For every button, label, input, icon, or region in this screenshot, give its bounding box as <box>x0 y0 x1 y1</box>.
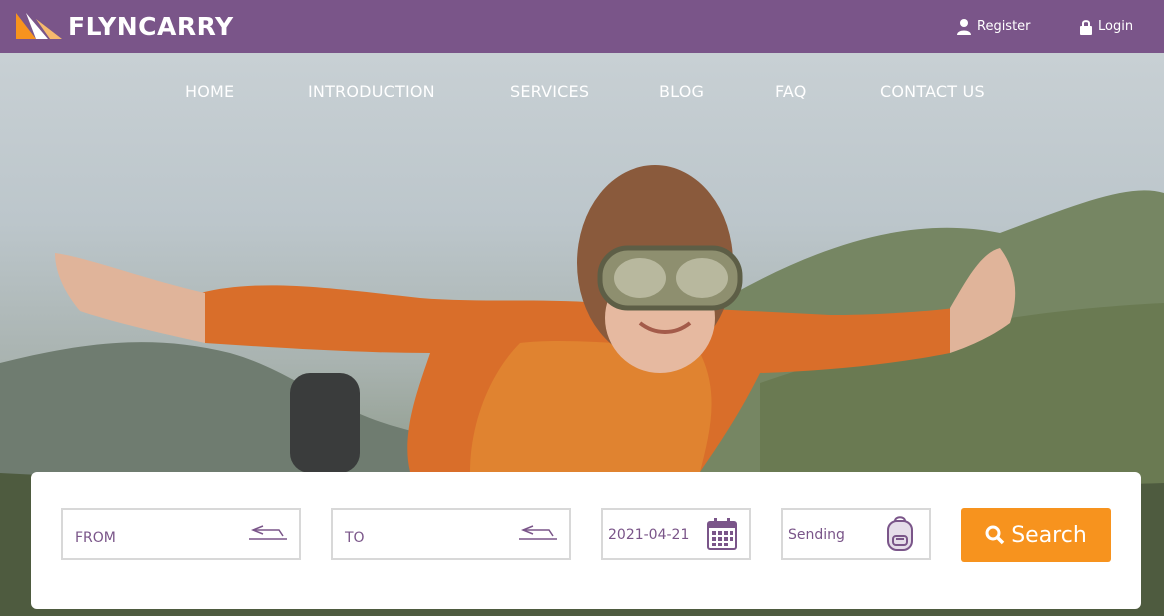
login-label: Login <box>1098 19 1134 34</box>
calendar-icon <box>707 518 737 550</box>
search-card: FROM TO 2021-04-21 Sending Search <box>31 472 1141 609</box>
nav-contact-us[interactable]: CONTACT US <box>880 82 985 101</box>
nav-home[interactable]: HOME <box>185 82 234 101</box>
to-placeholder: TO <box>345 530 365 546</box>
main-nav: HOME INTRODUCTION SERVICES BLOG FAQ CONT… <box>0 53 1164 131</box>
from-field[interactable]: FROM <box>61 508 301 560</box>
nav-blog[interactable]: BLOG <box>659 82 704 101</box>
search-button[interactable]: Search <box>961 508 1111 562</box>
login-link[interactable]: Login <box>1080 0 1133 53</box>
brand-name: FLYNCARRY <box>68 11 234 41</box>
lock-icon <box>1080 19 1092 35</box>
date-field[interactable]: 2021-04-21 <box>601 508 751 560</box>
search-icon <box>985 525 1005 545</box>
type-value: Sending <box>788 527 845 543</box>
brand-logo[interactable]: FLYNCARRY <box>16 10 234 42</box>
register-label: Register <box>977 19 1031 34</box>
nav-introduction[interactable]: INTRODUCTION <box>308 82 435 101</box>
nav-services[interactable]: SERVICES <box>510 82 589 101</box>
user-icon <box>957 18 971 35</box>
from-placeholder: FROM <box>75 530 116 546</box>
backpack-icon <box>887 516 913 551</box>
logo-plane-icon <box>16 13 62 39</box>
departure-icon <box>249 525 287 540</box>
date-value: 2021-04-21 <box>608 527 690 543</box>
arrival-icon <box>519 525 557 540</box>
to-field[interactable]: TO <box>331 508 571 560</box>
search-label: Search <box>1011 522 1087 548</box>
nav-faq[interactable]: FAQ <box>775 82 807 101</box>
register-link[interactable]: Register <box>957 0 1031 53</box>
top-bar: FLYNCARRY Register Login <box>0 0 1164 53</box>
type-field[interactable]: Sending <box>781 508 931 560</box>
